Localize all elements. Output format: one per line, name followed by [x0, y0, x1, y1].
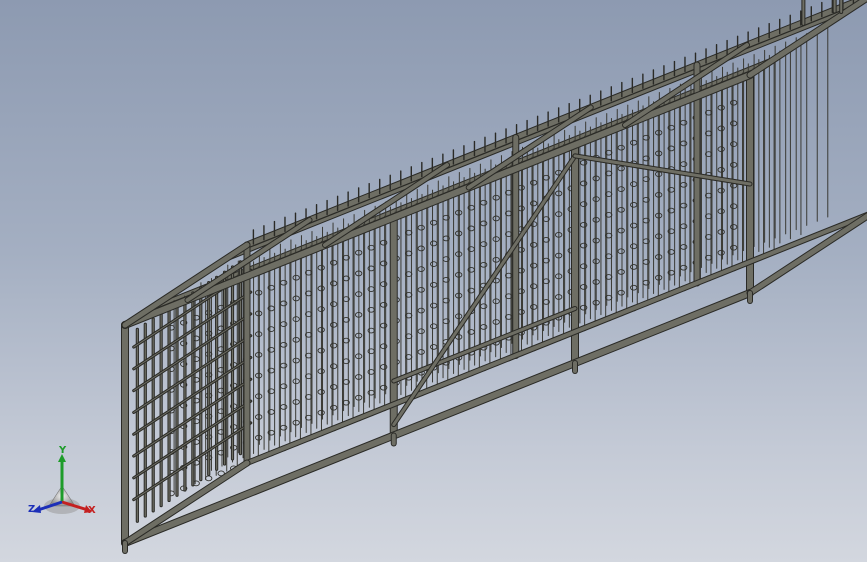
tube-ring	[280, 404, 288, 410]
tube-ring	[630, 139, 638, 146]
tube-ring	[617, 144, 625, 151]
tube-ring	[330, 342, 338, 349]
tube-ring	[430, 281, 438, 288]
tube-ring	[630, 181, 638, 187]
tube-ring	[680, 119, 688, 126]
tube-ring	[480, 303, 488, 310]
tube-ring	[680, 140, 688, 147]
tube-ring	[492, 236, 500, 242]
tube-ring	[417, 224, 425, 231]
tube-ring	[430, 240, 438, 247]
tube-ring	[292, 274, 300, 281]
tube-ring	[630, 243, 638, 250]
tube-ring	[680, 161, 688, 167]
tube-ring	[292, 316, 300, 322]
tube-ring	[530, 241, 538, 248]
tube-ring	[430, 302, 438, 309]
tube-ring	[530, 200, 538, 207]
rack-frame-model[interactable]	[0, 0, 867, 562]
tube-ring	[617, 206, 625, 213]
bottom-back-rail	[245, 212, 867, 465]
tube-ring	[330, 259, 338, 266]
tube-ring	[680, 244, 688, 250]
tube-ring	[492, 298, 500, 305]
tube-ring	[417, 286, 425, 293]
tube-ring	[280, 341, 288, 348]
tube-ring	[480, 324, 488, 330]
tube-ring	[730, 141, 738, 147]
tube-ring	[530, 283, 538, 290]
tube-ring	[617, 248, 625, 255]
tube-ring	[617, 186, 625, 192]
tube-ring	[492, 194, 500, 201]
tube-ring	[280, 321, 288, 327]
tube-ring	[680, 264, 688, 271]
tube-ring	[417, 245, 425, 252]
tube-ring	[280, 279, 288, 286]
tube-ring	[730, 244, 738, 251]
tube-ring	[292, 336, 300, 343]
tube-ring	[417, 349, 425, 355]
tube-ring	[292, 357, 300, 364]
tube-ring	[630, 264, 638, 270]
tube-ring	[680, 223, 688, 230]
y-axis-label: Y	[59, 445, 67, 456]
tube-ring	[492, 256, 500, 263]
tube-ring	[617, 289, 625, 296]
tube-ring	[480, 199, 488, 206]
tube-ring	[417, 266, 425, 272]
tube-ring	[630, 201, 638, 208]
graphics-viewport[interactable]: Y X Z	[0, 0, 867, 562]
tube-ring	[417, 328, 425, 335]
tube-ring	[617, 269, 625, 275]
orientation-triad: Y X Z	[22, 446, 102, 526]
tube-ring	[330, 384, 338, 390]
tube-ring	[292, 378, 300, 385]
tube-ring	[730, 224, 738, 230]
tube-ring	[480, 241, 488, 247]
tube-ring	[430, 323, 438, 330]
tube-ring	[530, 262, 538, 269]
tube-ring	[730, 99, 738, 106]
tube-ring	[530, 179, 538, 186]
tube-ring	[480, 261, 488, 268]
tube-ring	[280, 424, 288, 431]
tube-ring	[280, 300, 288, 307]
tube-ring	[330, 404, 338, 411]
tube-ring	[330, 301, 338, 307]
tube-ring	[330, 280, 338, 287]
tube-ring	[617, 165, 625, 172]
tube-ring	[292, 399, 300, 405]
tube-ring	[530, 304, 538, 310]
tube-ring	[430, 219, 438, 226]
tube-ring	[280, 362, 288, 369]
tube-ring	[480, 220, 488, 227]
tube-ring	[430, 344, 438, 350]
tube-ring	[617, 227, 625, 234]
tube-ring	[730, 203, 738, 210]
tube-ring	[492, 215, 500, 222]
tube-ring	[730, 120, 738, 127]
z-axis-label: Z	[28, 504, 36, 515]
tube-ring	[330, 363, 338, 370]
tube-ring	[680, 202, 688, 209]
tube-ring	[330, 321, 338, 328]
tube-ring	[680, 181, 688, 188]
tube-ring	[630, 284, 638, 291]
tube-ring	[205, 475, 213, 482]
tube-ring	[430, 261, 438, 267]
x-axis-label: X	[88, 505, 96, 516]
tube-ring	[417, 307, 425, 314]
tube-ring	[280, 383, 288, 390]
tube-ring	[730, 161, 738, 168]
tube-ring	[292, 295, 300, 302]
tube-ring	[492, 319, 500, 325]
tube-ring	[630, 222, 638, 229]
tube-ring	[292, 419, 300, 426]
